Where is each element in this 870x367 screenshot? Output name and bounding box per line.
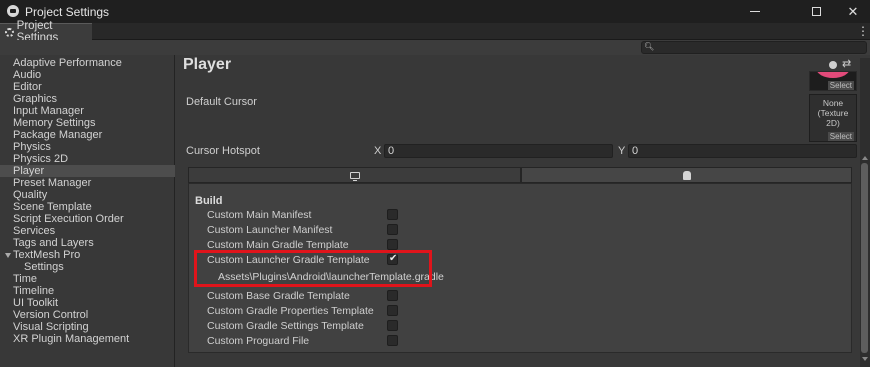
- sidebar-item-memory-settings[interactable]: Memory Settings: [13, 117, 96, 129]
- sidebar-item-settings[interactable]: Settings: [24, 261, 64, 273]
- hotspot-y-input[interactable]: 0: [628, 144, 857, 158]
- sidebar-item-xr-plugin-management[interactable]: XR Plugin Management: [13, 333, 129, 345]
- build-heading: Build: [195, 195, 223, 207]
- minimize-button[interactable]: [732, 0, 778, 23]
- sidebar-item-tags-and-layers[interactable]: Tags and Layers: [13, 237, 94, 249]
- cursor-value-line1: None: [822, 98, 844, 108]
- checkbox-custom-launcher-manifest[interactable]: [387, 224, 398, 235]
- title-bar: Project Settings ✕: [0, 0, 870, 23]
- hotspot-x-label: X: [374, 145, 382, 157]
- default-icon-thumbnail[interactable]: Select: [809, 71, 857, 91]
- sidebar-item-graphics[interactable]: Graphics: [13, 93, 57, 105]
- window-title: Project Settings: [25, 5, 110, 19]
- tab-bar: Project Settings ⋮: [0, 20, 870, 44]
- preset-icon[interactable]: ⇄: [842, 57, 851, 70]
- tab-android[interactable]: [521, 167, 852, 183]
- checkbox-custom-proguard-file[interactable]: [387, 335, 398, 346]
- icon-select-button[interactable]: Select: [827, 81, 854, 90]
- sidebar-item-services[interactable]: Services: [13, 225, 55, 237]
- default-cursor-label: Default Cursor: [186, 96, 257, 108]
- sidebar-item-visual-scripting[interactable]: Visual Scripting: [13, 321, 89, 333]
- minimize-icon: [750, 11, 760, 12]
- sidebar-item-editor[interactable]: Editor: [13, 81, 42, 93]
- cursor-select-button[interactable]: Select: [827, 132, 854, 141]
- option-custom-gradle-settings-template: Custom Gradle Settings Template: [207, 320, 364, 332]
- checkbox-custom-gradle-properties-template[interactable]: [387, 305, 398, 316]
- sidebar: Adaptive Performance Audio Editor Graphi…: [0, 55, 175, 367]
- option-custom-proguard-file: Custom Proguard File: [207, 335, 310, 347]
- cursor-value: None (Texture 2D): [810, 98, 856, 128]
- icon-preview: [816, 72, 850, 78]
- gear-icon: [5, 27, 14, 37]
- default-cursor-field[interactable]: None (Texture 2D) Select: [809, 94, 857, 142]
- checkbox-custom-base-gradle-template[interactable]: [387, 290, 398, 301]
- sidebar-item-script-execution-order[interactable]: Script Execution Order: [13, 213, 124, 225]
- scrollbar-thumb[interactable]: [861, 163, 868, 353]
- tab-project-settings[interactable]: Project Settings: [0, 20, 92, 44]
- close-button[interactable]: ✕: [830, 0, 870, 23]
- close-icon: ✕: [847, 3, 859, 19]
- search-input[interactable]: [641, 41, 867, 54]
- sidebar-item-quality[interactable]: Quality: [13, 189, 47, 201]
- maximize-icon: [811, 7, 821, 16]
- page-title: Player: [183, 56, 232, 73]
- help-icon[interactable]: [829, 61, 837, 69]
- option-custom-gradle-properties-template: Custom Gradle Properties Template: [207, 305, 374, 317]
- highlight-box: [194, 250, 432, 287]
- unity-logo-icon: [7, 5, 19, 17]
- sidebar-item-preset-manager[interactable]: Preset Manager: [13, 177, 91, 189]
- monitor-icon: [349, 171, 360, 181]
- option-custom-main-manifest: Custom Main Manifest: [207, 209, 312, 221]
- scroll-up-icon[interactable]: [862, 156, 868, 160]
- tab-menu-icon[interactable]: ⋮: [857, 24, 869, 38]
- cursor-hotspot-label: Cursor Hotspot: [186, 145, 260, 157]
- hotspot-x-input[interactable]: 0: [384, 144, 613, 158]
- sidebar-item-time[interactable]: Time: [13, 273, 37, 285]
- sidebar-item-package-manager[interactable]: Package Manager: [13, 129, 102, 141]
- search-icon: 🔍︎: [644, 42, 655, 51]
- sidebar-item-scene-template[interactable]: Scene Template: [13, 201, 92, 213]
- sidebar-item-physics-2d[interactable]: Physics 2D: [13, 153, 68, 165]
- cursor-value-line2: (Texture 2D): [817, 108, 849, 128]
- option-custom-launcher-manifest: Custom Launcher Manifest: [207, 224, 333, 236]
- sidebar-item-player[interactable]: Player: [13, 165, 44, 177]
- sidebar-item-input-manager[interactable]: Input Manager: [13, 105, 84, 117]
- option-custom-base-gradle-template: Custom Base Gradle Template: [207, 290, 350, 302]
- sidebar-item-version-control[interactable]: Version Control: [13, 309, 88, 321]
- checkbox-custom-main-gradle-template[interactable]: [387, 239, 398, 250]
- checkbox-custom-gradle-settings-template[interactable]: [387, 320, 398, 331]
- sidebar-item-textmesh-pro[interactable]: TextMesh Pro: [13, 249, 80, 261]
- expand-triangle-icon[interactable]: [5, 253, 11, 258]
- sidebar-item-physics[interactable]: Physics: [13, 141, 51, 153]
- scroll-down-icon[interactable]: [862, 357, 868, 361]
- android-icon: [682, 170, 691, 180]
- checkbox-custom-main-manifest[interactable]: [387, 209, 398, 220]
- sidebar-item-timeline[interactable]: Timeline: [13, 285, 54, 297]
- sidebar-item-audio[interactable]: Audio: [13, 69, 41, 81]
- hotspot-y-label: Y: [618, 145, 626, 157]
- tab-standalone[interactable]: [188, 167, 521, 183]
- sidebar-item-adaptive-performance[interactable]: Adaptive Performance: [13, 57, 122, 69]
- sidebar-item-ui-toolkit[interactable]: UI Toolkit: [13, 297, 58, 309]
